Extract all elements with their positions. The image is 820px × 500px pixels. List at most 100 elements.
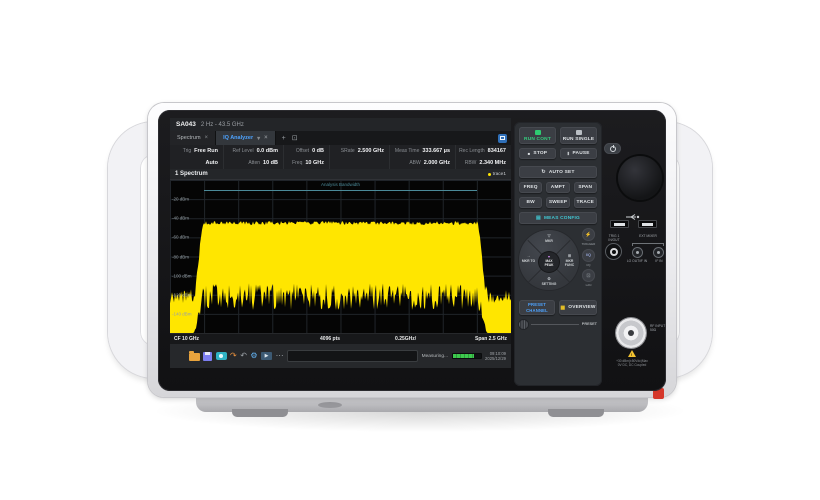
mkr-to-key[interactable]: →MKR TO (520, 254, 537, 263)
usb-port-2 (638, 220, 657, 228)
run-cont-button[interactable]: RUN CONT (519, 127, 556, 144)
preset-slider[interactable]: PRESET (519, 319, 597, 329)
iq-icon: I/Q (586, 253, 591, 257)
save-icon[interactable] (203, 352, 212, 361)
spectrum-plot[interactable]: Analysis Bandwidth -20 dBm -40 dBm -60 dBm… (170, 180, 511, 333)
bw-button[interactable]: BW (519, 197, 542, 208)
y-axis-tick: -60 dBm (172, 235, 189, 240)
lan-key[interactable]: ⊡ (582, 269, 595, 282)
rf-input-label: RF INPUT 50Ω (650, 324, 670, 332)
restore-window-icon[interactable]: ⊡ (292, 134, 298, 142)
setting-trig-auto[interactable]: Auto (170, 157, 224, 169)
undo-icon[interactable]: ↶ (240, 352, 247, 360)
foot-right (548, 409, 604, 417)
y-axis-tick: -40 dBm (172, 216, 189, 221)
setting-blank (330, 157, 390, 169)
overview-button[interactable]: ▦ OVERVIEW (559, 300, 597, 315)
preset-channel-button[interactable]: PRESET CHANNEL (519, 300, 555, 315)
title-bar: SA043 2 Hz - 43.5 GHz (170, 118, 511, 131)
progress-fill (453, 354, 475, 358)
stop-button[interactable]: ■STOP (519, 148, 556, 159)
run-single-button[interactable]: RUN SINGLE (560, 127, 597, 144)
taskbar: ↷ ↶ ⚙ ▶ ⋯ Measuring... 09:10:09 2025/12/… (170, 344, 511, 368)
y-axis-tick: -140 dBm (172, 311, 192, 316)
trace1-waveform (170, 180, 511, 333)
auto-set-button[interactable]: ↻AUTO SET (519, 166, 597, 178)
lo-out-connector (633, 248, 642, 257)
run-cont-icon (535, 130, 541, 135)
y-axis-tick: -80 dBm (172, 254, 189, 259)
hardkey-panel: RUN CONT RUN SINGLE ■STOP ⅡPAUSE ↻AUTO S… (514, 122, 602, 386)
overview-grid-icon: ▦ (560, 305, 565, 311)
sweep-button[interactable]: SWEEP (546, 197, 569, 208)
measuring-status: Measuring... (422, 354, 448, 359)
rotary-knob[interactable] (618, 156, 662, 200)
freq-per-division: 0.25GHz/ (395, 336, 416, 342)
max-peak-key[interactable]: ▼ MAX PEAK (539, 252, 559, 272)
center-frequency[interactable]: CF 10 GHz (174, 336, 199, 342)
close-tab-icon[interactable]: × (264, 135, 268, 141)
ampt-button[interactable]: AMPT (546, 182, 569, 193)
iq-key[interactable]: I/Q (582, 249, 595, 262)
pause-icon: Ⅱ (567, 151, 569, 156)
trace-button[interactable]: TRACE (574, 197, 597, 208)
display-window-icon[interactable] (498, 134, 507, 143)
window-title: 1 Spectrum (175, 171, 208, 177)
tab-spectrum[interactable]: Spectrum × (170, 131, 216, 145)
more-icon[interactable]: ⋯ (276, 352, 284, 360)
setting-freq[interactable]: Freq10 GHz (284, 157, 330, 169)
setting-ref-level[interactable]: Ref Level0.0 dBm (224, 145, 284, 157)
app-launcher-icon[interactable] (175, 351, 185, 361)
screen-record-icon[interactable]: ▶ (261, 352, 272, 360)
trig1-bnc-connector (606, 244, 621, 259)
clock: 09:10:09 2025/12/29 (485, 351, 506, 362)
command-input[interactable] (287, 350, 418, 362)
freq-button[interactable]: FREQ (519, 182, 542, 193)
warning-icon: ! (628, 350, 636, 357)
settings-gear-icon[interactable]: ⚙ (250, 352, 257, 360)
foot-left (232, 409, 288, 417)
chevron-down-icon[interactable]: ▾ (257, 135, 260, 142)
setting-atten[interactable]: Atten10 dB (224, 157, 284, 169)
preset-knob[interactable] (519, 320, 528, 329)
spectrum-analyzer-photo: SA043 2 Hz - 43.5 GHz Spectrum × IQ Anal… (0, 0, 820, 500)
ext-mixer-bracket (632, 243, 664, 246)
trig1-label: TRIG 1 IN/OUT (602, 234, 626, 242)
frequency-range: 2 Hz - 43.5 GHz (201, 122, 244, 128)
setting-key[interactable]: ⚙SETTING (519, 277, 579, 286)
nav-ring[interactable]: ▽MKR →MKR TO ⊞MKR FUNC ⚙SETTING ▼ MAX PE… (519, 230, 579, 290)
setting-meas-time[interactable]: Meas Time333.667 µs (390, 145, 456, 157)
tab-bar: Spectrum × IQ Analyzer ▾ × + ⊡ (170, 131, 511, 145)
file-open-folder-icon[interactable] (189, 353, 200, 361)
trace-color-dot (488, 173, 491, 176)
add-tab-button[interactable]: + (282, 135, 286, 142)
pause-button[interactable]: ⅡPAUSE (560, 148, 597, 159)
model-name: SA043 (176, 121, 196, 128)
setting-rec-length[interactable]: Rec Length834167 (456, 145, 511, 157)
y-axis-tick: -20 dBm (172, 197, 189, 202)
setting-rbw[interactable]: RBW2.340 MHz (456, 157, 511, 169)
front-panel: SA043 2 Hz - 43.5 GHz Spectrum × IQ Anal… (158, 110, 666, 391)
mkr-func-key[interactable]: ⊞MKR FUNC (561, 254, 578, 267)
trace-legend[interactable]: trace1 (488, 172, 506, 177)
analysis-bandwidth-line (204, 190, 477, 191)
close-tab-icon[interactable]: × (205, 135, 209, 141)
rf-input-connector (616, 318, 646, 348)
setting-offset[interactable]: Offset0 dB (284, 145, 330, 157)
mkr-key[interactable]: ▽MKR (519, 234, 579, 243)
setting-trig[interactable]: TrigFree Run (170, 145, 224, 157)
lan-icon: ⊡ (586, 273, 590, 279)
meas-config-button[interactable]: ▤MEAS CONFIG (519, 212, 597, 224)
analysis-bandwidth-label: Analysis Bandwidth (321, 182, 360, 187)
power-button[interactable] (604, 143, 621, 154)
redo-icon[interactable]: ↷ (230, 352, 237, 360)
setting-abw[interactable]: ABW2.000 GHz (390, 157, 456, 169)
tab-iq-analyzer[interactable]: IQ Analyzer ▾ × (216, 131, 276, 145)
if-in-connector (654, 248, 663, 257)
setting-srate[interactable]: SRate2.500 GHz (330, 145, 390, 157)
trigger-key[interactable]: ⚡ (582, 228, 595, 241)
span-value[interactable]: Span 2.5 GHz (475, 336, 507, 342)
screenshot-camera-icon[interactable] (216, 352, 227, 360)
if-in-label: IF IN (650, 259, 668, 263)
span-button[interactable]: SPAN (574, 182, 597, 193)
